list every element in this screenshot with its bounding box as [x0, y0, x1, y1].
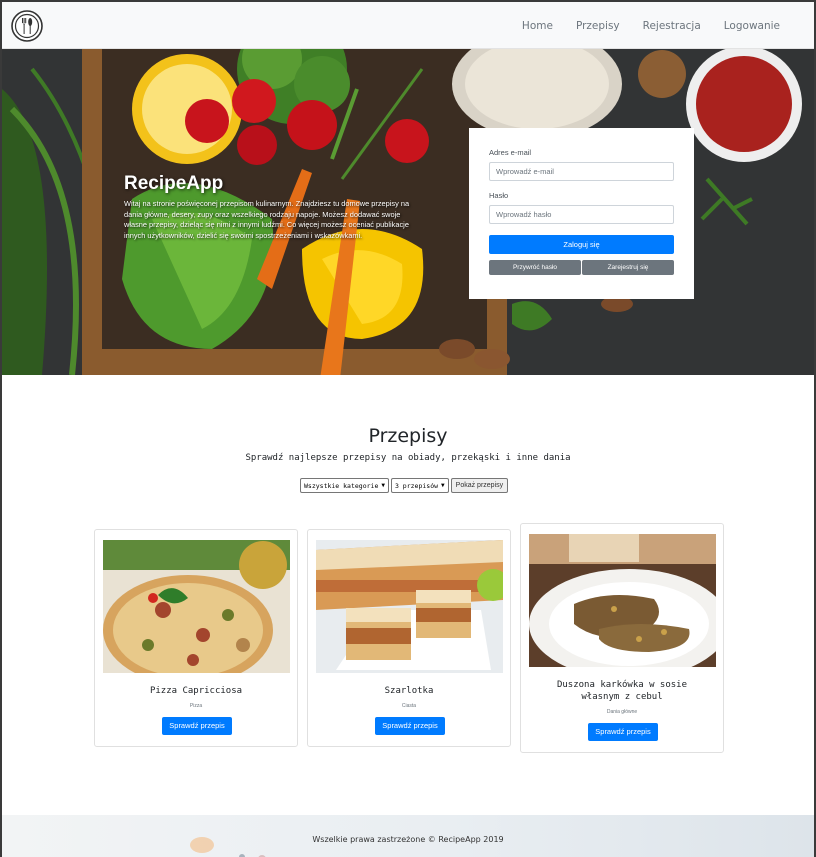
- cutlery-logo-icon[interactable]: [11, 10, 43, 42]
- pork-neck-image: [529, 534, 716, 667]
- password-field[interactable]: Wprowadź hasło: [489, 205, 674, 224]
- recipe-card-button[interactable]: Sprawdź przepis: [588, 723, 658, 741]
- count-select-value: 3 przepisów: [394, 481, 439, 490]
- chevron-down-icon: ▼: [441, 482, 445, 489]
- login-card: Adres e-mail Wprowadź e-mail Hasło Wprow…: [469, 128, 694, 299]
- secondary-buttons: Przywróć hasło Zarejestruj się: [489, 260, 674, 275]
- footer-copyright: Wszelkie prawa zastrzeżone © RecipeApp 2…: [312, 835, 504, 844]
- recipes-title: Przepisy: [368, 425, 448, 447]
- apple-pie-image: [316, 540, 503, 673]
- count-select[interactable]: 3 przepisów ▼: [390, 478, 449, 493]
- email-group: Adres e-mail Wprowadź e-mail: [489, 148, 674, 181]
- hero-title: RecipeApp: [124, 173, 224, 194]
- recipe-card-button[interactable]: Sprawdź przepis: [162, 717, 232, 735]
- recipe-card-category: Ciasta: [401, 703, 417, 709]
- show-recipes-button[interactable]: Pokaż przepisy: [450, 478, 509, 493]
- recipes-subtitle: Sprawdź najlepsze przepisy na obiady, pr…: [245, 453, 571, 463]
- hero-description: Witaj na stronie poświęconej przepisom k…: [124, 199, 410, 241]
- footer: Wszelkie prawa zastrzeżone © RecipeApp 2…: [2, 815, 814, 857]
- recipe-card: Pizza Capricciosa Pizza Sprawdź przepis: [94, 529, 298, 747]
- recipe-card: Duszona karkówka w sosie własnym z cebul…: [520, 523, 724, 753]
- page: Home Przepisy Rejestracja Logowanie Reci…: [0, 0, 816, 857]
- pizza-image: [103, 540, 290, 673]
- nav-register[interactable]: Rejestracja: [643, 20, 701, 32]
- recipe-card-title: Duszona karkówka w sosie własnym z cebul: [556, 680, 688, 702]
- category-select[interactable]: Wszystkie kategorie ▼: [300, 478, 389, 493]
- nav-home[interactable]: Home: [522, 20, 553, 32]
- recipe-card-title: Szarlotka: [384, 686, 434, 696]
- email-label: Adres e-mail: [489, 148, 532, 157]
- email-field[interactable]: Wprowadź e-mail: [489, 162, 674, 181]
- login-button[interactable]: Zaloguj się: [489, 235, 674, 254]
- nav-recipes[interactable]: Przepisy: [576, 20, 620, 32]
- recipe-card-button[interactable]: Sprawdź przepis: [375, 717, 445, 735]
- hero-section: RecipeApp Witaj na stronie poświęconej p…: [2, 49, 814, 375]
- recipe-filters: Wszystkie kategorie ▼ 3 przepisów ▼ Poka…: [300, 478, 509, 493]
- recipe-card-category: Pizza: [189, 703, 203, 709]
- password-label: Hasło: [489, 191, 509, 200]
- category-select-value: Wszystkie kategorie: [304, 481, 379, 490]
- password-group: Hasło Wprowadź hasło: [489, 191, 674, 224]
- register-button[interactable]: Zarejestruj się: [582, 260, 674, 275]
- recipe-card-category: Dania główne: [606, 709, 638, 715]
- recover-password-button[interactable]: Przywróć hasło: [489, 260, 581, 275]
- recipe-card-title: Pizza Capricciosa: [149, 686, 243, 696]
- navbar: Home Przepisy Rejestracja Logowanie: [2, 2, 814, 49]
- nav-links: Home Przepisy Rejestracja Logowanie: [522, 2, 780, 49]
- recipe-card: Szarlotka Ciasta Sprawdź przepis: [307, 529, 511, 747]
- chevron-down-icon: ▼: [381, 482, 385, 489]
- nav-login[interactable]: Logowanie: [724, 20, 780, 32]
